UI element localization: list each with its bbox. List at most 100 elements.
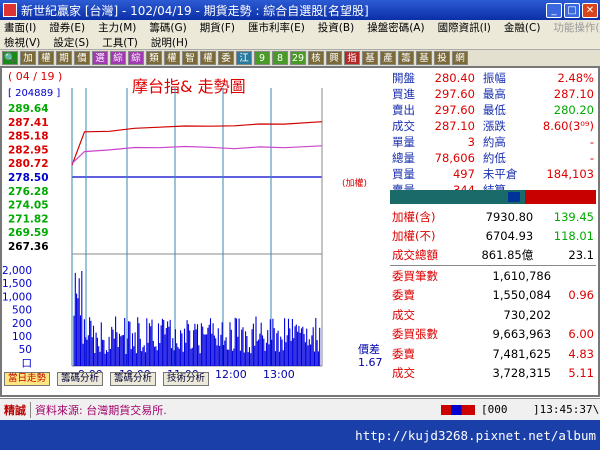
tab-intraday[interactable]: 當日走勢 bbox=[4, 372, 51, 386]
toolbar-button-16[interactable]: 29 bbox=[290, 51, 306, 65]
tab-chips[interactable]: 籌碼分析 bbox=[57, 372, 104, 386]
time-tick: 13:00 bbox=[263, 368, 295, 381]
menu-row-2: 檢視(V) 設定(S) 工具(T) 說明(H) bbox=[0, 35, 600, 50]
chart-date: ( 04 / 19 ) bbox=[8, 70, 62, 83]
toolbar-button-2[interactable]: 權 bbox=[38, 51, 54, 65]
menu-item-6[interactable]: 投資(B) bbox=[318, 20, 354, 35]
index-row: 加權(含) 7930.80 139.45 bbox=[390, 207, 596, 226]
menu-item-9[interactable]: 金融(C) bbox=[504, 20, 541, 35]
index-row: 加權(不) 6704.93 118.01 bbox=[390, 226, 596, 245]
menu-item-row2-1[interactable]: 設定(S) bbox=[53, 35, 89, 50]
quote-value: 497 bbox=[452, 167, 475, 181]
orders-change bbox=[553, 266, 596, 286]
menu-item-7[interactable]: 操盤密碼(A) bbox=[367, 20, 424, 35]
orders-label: 成交 bbox=[392, 366, 415, 381]
menu-item-0[interactable]: 畫面(I) bbox=[4, 20, 36, 35]
strength-bar-red bbox=[525, 190, 596, 204]
index-label: 加權(不) bbox=[392, 228, 436, 243]
index-row: 成交總額 861.85億 23.1 bbox=[390, 245, 596, 264]
menu-item-1[interactable]: 證券(E) bbox=[49, 20, 85, 35]
toolbar-button-15[interactable]: 8 bbox=[272, 51, 288, 65]
quote-label: 買量 bbox=[392, 167, 415, 181]
menu-item-2[interactable]: 主力(M) bbox=[98, 20, 136, 35]
tab-chips-2[interactable]: 籌碼分析 bbox=[110, 372, 157, 386]
toolbar-button-8[interactable]: 類 bbox=[146, 51, 162, 65]
toolbar-button-19[interactable]: 指 bbox=[344, 51, 360, 65]
orders-value: 1,550,084 bbox=[492, 288, 552, 303]
index-label: 成交總額 bbox=[392, 247, 438, 262]
orders-change bbox=[553, 305, 596, 325]
menu-item-row2-0[interactable]: 檢視(V) bbox=[4, 35, 40, 50]
toolbar-button-7[interactable]: 綜 bbox=[128, 51, 144, 65]
orders-change: 0.96 bbox=[568, 288, 594, 303]
maximize-button[interactable]: □ bbox=[564, 2, 580, 18]
toolbar-button-0[interactable]: 🔍 bbox=[2, 51, 18, 65]
menu-item-5[interactable]: 匯市利率(E) bbox=[248, 20, 305, 35]
menu-item-10[interactable]: 功能操作(F) bbox=[553, 20, 600, 35]
orders-change: 4.83 bbox=[568, 346, 594, 361]
close-button[interactable]: ✕ bbox=[582, 2, 598, 18]
menu-bar: 畫面(I) 證券(E) 主力(M) 籌碼(G) 期貨(F) 匯市利率(E) 投資(B) 操盤密… bbox=[0, 20, 600, 50]
price-tick: 289.64 bbox=[8, 103, 49, 115]
quote-value: 297.60 bbox=[434, 87, 475, 101]
quote-value: 3 bbox=[467, 135, 475, 149]
status-source: 資料來源: 台灣期貨交易所. bbox=[35, 403, 167, 417]
index-label: 加權(含) bbox=[392, 209, 436, 224]
toolbar-button-21[interactable]: 產 bbox=[380, 51, 396, 65]
toolbar-button-1[interactable]: 加 bbox=[20, 51, 36, 65]
price-tick: 282.95 bbox=[8, 144, 49, 156]
basis-value: 1.67 bbox=[358, 356, 383, 369]
quote-label-2: 未平倉 bbox=[482, 167, 518, 181]
quote-value: 78,606 bbox=[434, 151, 475, 165]
toolbar-button-25[interactable]: 網 bbox=[452, 51, 468, 65]
index-change: 118.01 bbox=[553, 228, 594, 243]
strength-bar-accent bbox=[508, 192, 520, 202]
quote-table: 開盤 280.40 振幅 2.48% 買進 297.60 最高 287.10 賣出 297.60 最… bbox=[390, 70, 596, 198]
quote-label: 成交 bbox=[392, 119, 415, 133]
toolbar-button-20[interactable]: 基 bbox=[362, 51, 378, 65]
quote-label: 單量 bbox=[392, 135, 415, 149]
menu-item-3[interactable]: 籌碼(G) bbox=[149, 20, 186, 35]
status-time: ]13:45:37\ bbox=[533, 403, 600, 416]
toolbar-button-17[interactable]: 核 bbox=[308, 51, 324, 65]
quote-label-2: 最低 bbox=[482, 103, 506, 117]
toolbar-button-18[interactable]: 興 bbox=[326, 51, 342, 65]
window-title: 新世紀贏家 [台灣] - 102/04/19 - 期貨走勢 : 綜合自選股[名望… bbox=[21, 3, 369, 18]
orders-label: 委賣 bbox=[392, 288, 415, 303]
toolbar-button-4[interactable]: 價 bbox=[74, 51, 90, 65]
quote-value-2: 2.48% bbox=[557, 71, 594, 85]
toolbar-button-5[interactable]: 選 bbox=[92, 51, 108, 65]
quote-label: 開盤 bbox=[392, 71, 415, 85]
index-change: 23.1 bbox=[568, 247, 594, 262]
menu-item-row2-3[interactable]: 說明(H) bbox=[151, 35, 188, 50]
quote-label-2: 約低 bbox=[482, 151, 506, 165]
toolbar-button-13[interactable]: 江 bbox=[236, 51, 252, 65]
price-tick: 276.28 bbox=[8, 186, 49, 198]
index-value: 7930.80 bbox=[485, 209, 534, 224]
toolbar-button-12[interactable]: 委 bbox=[218, 51, 234, 65]
toolbar-button-11[interactable]: 權 bbox=[200, 51, 216, 65]
minimize-button[interactable]: _ bbox=[546, 2, 562, 18]
toolbar-button-22[interactable]: 籌 bbox=[398, 51, 414, 65]
menu-item-row2-2[interactable]: 工具(T) bbox=[102, 35, 138, 50]
toolbar-button-14[interactable]: 9 bbox=[254, 51, 270, 65]
menu-item-8[interactable]: 國際資訊(I) bbox=[438, 20, 491, 35]
toolbar-button-23[interactable]: 基 bbox=[416, 51, 432, 65]
orders-row: 委買筆數 1,610,786 bbox=[390, 266, 596, 286]
quote-label-2: 約高 bbox=[482, 135, 506, 149]
toolbar-button-6[interactable]: 綜 bbox=[110, 51, 126, 65]
menu-item-4[interactable]: 期貨(F) bbox=[200, 20, 235, 35]
status-tag: 精誠 bbox=[0, 401, 31, 418]
toolbar-button-3[interactable]: 期 bbox=[56, 51, 72, 65]
chart-title: 摩台指& 走勢圖 bbox=[132, 77, 246, 96]
toolbar-button-24[interactable]: 投 bbox=[434, 51, 450, 65]
volume-bars bbox=[73, 271, 321, 366]
tab-technical[interactable]: 技術分析 bbox=[163, 372, 210, 386]
orders-row: 成交 730,202 bbox=[390, 305, 596, 325]
orders-row: 成交 3,728,315 5.11 bbox=[390, 364, 596, 384]
orders-label: 委買筆數 bbox=[392, 268, 438, 283]
toolbar-button-9[interactable]: 權 bbox=[164, 51, 180, 65]
quote-value: 287.10 bbox=[434, 119, 475, 133]
toolbar-button-10[interactable]: 智 bbox=[182, 51, 198, 65]
index-table: 加權(含) 7930.80 139.45 加權(不) 6704.93 118.01 成交總額… bbox=[390, 207, 596, 264]
